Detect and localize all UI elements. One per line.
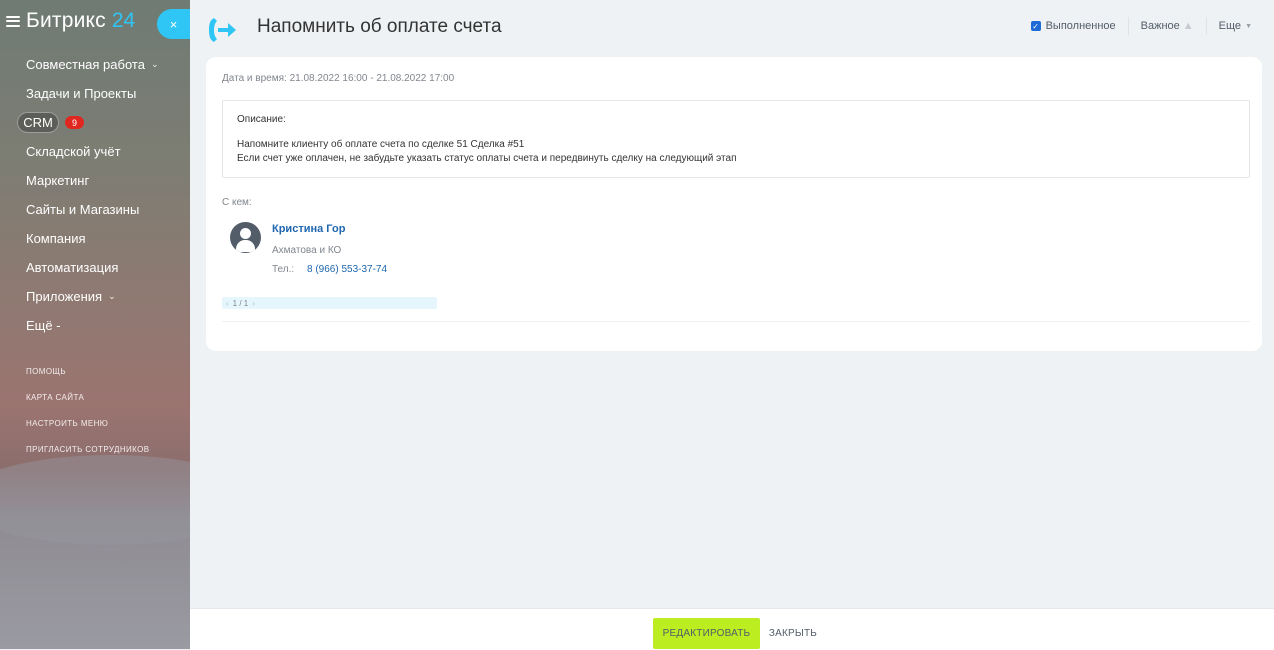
activity-card: Дата и время: 21.08.2022 16:00 - 21.08.2… (206, 57, 1262, 351)
sidebar-nav: Совместная работа ⌄ Задачи и Проекты CRM… (17, 50, 159, 340)
datetime-value: 21.08.2022 16:00 - 21.08.2022 17:00 (289, 73, 455, 84)
sidebar-item-company[interactable]: Компания (26, 224, 159, 253)
sidebar-item-label: Автоматизация (26, 260, 119, 275)
completed-label[interactable]: Выполненное (1046, 20, 1116, 32)
chevron-down-icon: ⌄ (150, 59, 159, 69)
sidebar-item-label: Задачи и Проекты (26, 86, 137, 101)
logo-number[interactable]: 24 (112, 9, 135, 33)
close-icon: × (169, 16, 178, 32)
sidebar-item-more[interactable]: Ещё - (26, 311, 159, 340)
sidebar-item-label: Сайты и Магазины (26, 202, 140, 217)
contact-pager: ‹ 1 / 1 › (222, 297, 437, 309)
sidebar-item-label: CRM (17, 112, 59, 133)
chevron-right-icon[interactable]: › (252, 299, 255, 308)
description-box: Описание: Напомните клиенту об оплате сч… (222, 100, 1250, 178)
notification-badge: 9 (65, 116, 84, 129)
phone-link[interactable]: 8 (966) 553-37-74 (307, 264, 387, 275)
sidebar-link-sitemap[interactable]: КАРТА САЙТА (26, 384, 149, 410)
completed-checkbox[interactable]: ✓ (1030, 21, 1041, 31)
sidebar-item-inventory[interactable]: Складской учёт (26, 137, 159, 166)
sidebar-item-applications[interactable]: Приложения ⌄ (26, 282, 159, 311)
sidebar-item-label: Ещё - (26, 318, 61, 333)
sidebar-item-label: Компания (26, 231, 86, 246)
header: Напомнить об оплате счета ✓ Выполненное … (190, 0, 1274, 56)
close-slider-button[interactable]: × (157, 9, 190, 39)
sidebar: Битрикс 24 Совместная работа ⌄ Задачи и … (0, 0, 190, 649)
page-title: Напомнить об оплате счета (257, 16, 502, 37)
close-button[interactable]: ЗАКРЫТЬ (768, 618, 818, 649)
call-outgoing-icon (209, 18, 236, 42)
divider (1205, 17, 1207, 35)
sidebar-item-label: Маркетинг (26, 173, 90, 188)
more-menu-label[interactable]: Еще (1219, 20, 1241, 32)
with-label: С кем: (222, 197, 252, 208)
sidebar-item-label: Складской учёт (26, 144, 121, 159)
chevron-down-icon[interactable]: ▼ (1245, 23, 1252, 30)
chevron-down-icon: ⌄ (108, 291, 116, 301)
sidebar-subnav: ПОМОЩЬ КАРТА САЙТА НАСТРОИТЬ МЕНЮ ПРИГЛА… (26, 358, 149, 462)
sidebar-item-tasks[interactable]: Задачи и Проекты (26, 79, 159, 108)
main-panel: Напомнить об оплате счета ✓ Выполненное … (190, 0, 1274, 650)
description-text-line: Если счет уже оплачен, не забудьте указа… (237, 153, 737, 164)
footer-bar: РЕДАКТИРОВАТЬ ЗАКРЫТЬ (190, 608, 1274, 650)
important-label[interactable]: Важное (1141, 20, 1180, 32)
phone-label: Тел.: (272, 264, 295, 275)
logo-text[interactable]: Битрикс (26, 9, 106, 33)
edit-button[interactable]: РЕДАКТИРОВАТЬ (653, 618, 760, 649)
divider (1127, 17, 1129, 35)
description-text-line: Напомните клиенту об оплате счета по сде… (237, 139, 525, 150)
sidebar-item-sites[interactable]: Сайты и Магазины (26, 195, 159, 224)
avatar[interactable] (230, 222, 261, 253)
sidebar-link-invite-employees[interactable]: ПРИГЛАСИТЬ СОТРУДНИКОВ (26, 436, 149, 462)
logo-row: Битрикс 24 (6, 8, 135, 34)
sidebar-item-automation[interactable]: Автоматизация (26, 253, 159, 282)
sidebar-link-help[interactable]: ПОМОЩЬ (26, 358, 149, 384)
description-title: Описание: (237, 114, 286, 125)
sidebar-background-dune (0, 455, 190, 545)
sidebar-item-label: Приложения (26, 289, 103, 304)
header-actions: ✓ Выполненное Важное ▲ Еще ▼ (1030, 17, 1252, 35)
sidebar-item-collaboration[interactable]: Совместная работа ⌄ (26, 50, 159, 79)
menu-burger-icon[interactable] (6, 15, 20, 27)
datetime-label: Дата и время: (222, 73, 287, 84)
datetime: Дата и время: 21.08.2022 16:00 - 21.08.2… (222, 73, 454, 84)
pager-text: 1 / 1 (232, 298, 249, 308)
contact-company: Ахматова и КО (272, 245, 342, 256)
chevron-left-icon[interactable]: ‹ (226, 299, 229, 308)
contact-name-link[interactable]: Кристина Гор (272, 223, 345, 235)
sidebar-item-label: Совместная работа (26, 57, 145, 72)
flame-icon[interactable]: ▲ (1183, 20, 1194, 32)
divider (222, 321, 1250, 322)
sidebar-item-crm[interactable]: CRM 9 (17, 108, 159, 137)
sidebar-link-configure-menu[interactable]: НАСТРОИТЬ МЕНЮ (26, 410, 149, 436)
sidebar-item-marketing[interactable]: Маркетинг (26, 166, 159, 195)
